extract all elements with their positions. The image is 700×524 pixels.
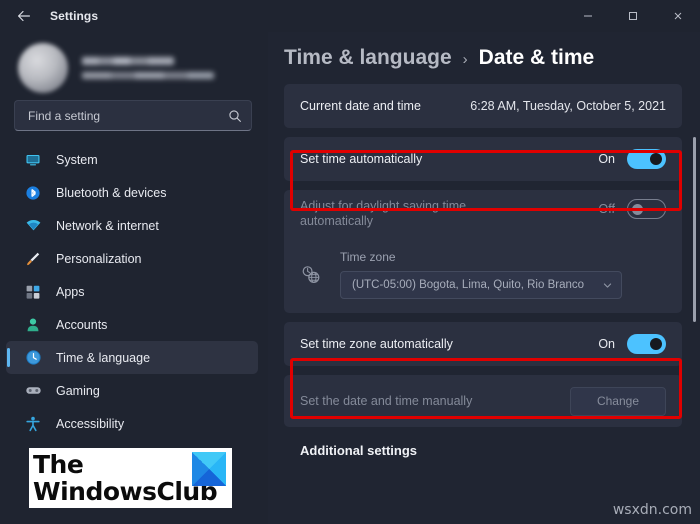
timezone-value: (UTC-05:00) Bogota, Lima, Quito, Rio Bra…	[352, 279, 585, 291]
sidebar-item-label: Gaming	[56, 383, 100, 398]
watermark-line-2: WindowsClub	[33, 477, 218, 506]
clock-icon	[24, 349, 42, 367]
back-button[interactable]	[8, 1, 40, 31]
set-time-automatically-card: Set time automatically On	[284, 137, 682, 181]
daylight-saving-toggle[interactable]	[627, 199, 666, 219]
windowsclub-watermark: The WindowsClub	[29, 448, 232, 508]
set-timezone-automatically-toggle[interactable]	[627, 334, 666, 354]
sidebar-item-label: Apps	[56, 284, 85, 299]
set-time-automatically-toggle[interactable]	[627, 149, 666, 169]
sidebar-item-label: Personalization	[56, 251, 142, 266]
sidebar-item-time-language[interactable]: Time & language	[6, 341, 258, 374]
daylight-saving-row: Adjust for daylight saving time automati…	[284, 190, 682, 240]
set-timezone-automatically-control: On	[598, 334, 666, 354]
breadcrumb: Time & language › Date & time	[268, 32, 700, 70]
search-icon	[228, 109, 242, 123]
sidebar-item-label: Accounts	[56, 317, 108, 332]
set-timezone-automatically-row[interactable]: Set time zone automatically On	[284, 322, 682, 366]
timezone-row: Time zone (UTC-05:00) Bogota, Lima, Quit…	[284, 240, 682, 313]
sidebar-item-apps[interactable]: Apps	[6, 275, 258, 308]
timezone-body: Time zone (UTC-05:00) Bogota, Lima, Quit…	[340, 250, 622, 299]
current-datetime-label: Current date and time	[300, 99, 421, 113]
bluetooth-icon	[24, 184, 42, 202]
set-manually-label: Set the date and time manually	[300, 394, 473, 408]
wifi-icon	[24, 217, 42, 235]
profile-name	[82, 57, 174, 65]
watermark-text: The WindowsClub	[29, 450, 218, 506]
daylight-saving-state: Off	[598, 202, 615, 216]
set-time-automatically-row[interactable]: Set time automatically On	[284, 137, 682, 181]
monitor-icon	[24, 151, 42, 169]
back-arrow-icon	[18, 10, 30, 22]
profile-text	[82, 57, 214, 79]
set-timezone-automatically-label: Set time zone automatically	[300, 337, 453, 351]
maximize-icon	[628, 12, 637, 20]
minimize-button[interactable]	[565, 0, 610, 32]
daylight-saving-control: Off	[599, 199, 666, 219]
current-datetime-row: Current date and time 6:28 AM, Tuesday, …	[284, 84, 682, 128]
sidebar-item-network-internet[interactable]: Network & internet	[6, 209, 258, 242]
timezone-card: Adjust for daylight saving time automati…	[284, 190, 682, 313]
content-scrollbar-thumb[interactable]	[693, 137, 696, 322]
set-manually-row: Set the date and time manually Change	[284, 375, 682, 427]
settings-cards: Current date and time 6:28 AM, Tuesday, …	[268, 70, 700, 458]
breadcrumb-parent[interactable]: Time & language	[284, 46, 452, 70]
sidebar-item-accounts[interactable]: Accounts	[6, 308, 258, 341]
minimize-icon	[583, 15, 592, 17]
set-timezone-automatically-state: On	[598, 337, 615, 351]
sidebar-item-label: Time & language	[56, 350, 151, 365]
daylight-saving-label: Adjust for daylight saving time automati…	[300, 199, 467, 228]
title-bar: Settings	[0, 0, 700, 32]
set-time-automatically-state: On	[598, 152, 615, 166]
set-time-automatically-control: On	[598, 149, 666, 169]
sidebar-item-label: Network & internet	[56, 218, 159, 233]
additional-settings-heading: Additional settings	[300, 443, 417, 458]
timezone-label: Time zone	[340, 250, 396, 264]
window-title: Settings	[50, 9, 99, 23]
windowsclub-logo-icon	[192, 452, 226, 486]
sidebar-item-label: Accessibility	[56, 416, 125, 431]
site-watermark: wsxdn.com	[612, 502, 692, 518]
search-box[interactable]	[14, 100, 252, 131]
paintbrush-icon	[24, 250, 42, 268]
timezone-select[interactable]: (UTC-05:00) Bogota, Lima, Quito, Rio Bra…	[340, 271, 622, 299]
sidebar-item-system[interactable]: System	[6, 143, 258, 176]
set-manually-card: Set the date and time manually Change	[284, 375, 682, 427]
sidebar-item-accessibility[interactable]: Accessibility	[6, 407, 258, 440]
user-profile[interactable]	[0, 32, 268, 94]
change-button[interactable]: Change	[570, 386, 666, 416]
main-content: Time & language › Date & time Current da…	[268, 32, 700, 524]
sidebar-nav: System Bluetooth & devices Network & int…	[0, 143, 268, 440]
accessibility-icon	[24, 415, 42, 433]
page-title: Date & time	[478, 46, 595, 69]
gamepad-icon	[24, 382, 42, 400]
current-datetime-value: 6:28 AM, Tuesday, October 5, 2021	[470, 99, 666, 113]
profile-email	[82, 72, 214, 79]
watermark-line-1: The	[33, 450, 84, 479]
apps-icon	[24, 283, 42, 301]
current-datetime-card: Current date and time 6:28 AM, Tuesday, …	[284, 84, 682, 128]
timezone-globe-clock-icon	[300, 264, 322, 286]
set-time-automatically-label: Set time automatically	[300, 152, 423, 166]
avatar	[18, 43, 68, 93]
close-icon	[674, 12, 681, 20]
sidebar-item-personalization[interactable]: Personalization	[6, 242, 258, 275]
person-icon	[24, 316, 42, 334]
set-timezone-automatically-card: Set time zone automatically On	[284, 322, 682, 366]
chevron-down-icon	[596, 280, 613, 291]
close-button[interactable]	[655, 0, 700, 32]
settings-window: Settings Find a setting System Bluetooth…	[0, 0, 700, 524]
breadcrumb-separator-icon: ›	[462, 51, 468, 68]
sidebar-item-bluetooth-devices[interactable]: Bluetooth & devices	[6, 176, 258, 209]
maximize-button[interactable]	[610, 0, 655, 32]
sidebar-item-label: Bluetooth & devices	[56, 185, 167, 200]
search-input[interactable]	[26, 107, 228, 124]
sidebar-item-label: System	[56, 152, 98, 167]
window-controls	[565, 0, 700, 32]
sidebar-item-gaming[interactable]: Gaming	[6, 374, 258, 407]
